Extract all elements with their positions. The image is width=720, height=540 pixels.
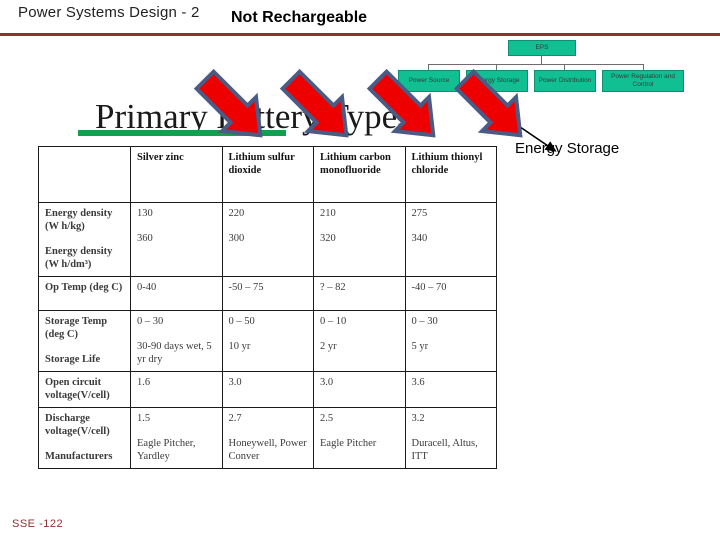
table-cell-line: 220 bbox=[228, 208, 245, 219]
table-cell-line: 3.2 bbox=[411, 413, 425, 424]
table-cell: 130 360 bbox=[130, 202, 223, 277]
table-cell-line: Eagle Pitcher, Yardley bbox=[137, 438, 196, 462]
table-cell-line: Eagle Pitcher bbox=[320, 438, 377, 449]
table-cell-line: 30-90 days wet, 5 yr dry bbox=[137, 341, 212, 365]
table-cell-line: 0 – 10 bbox=[320, 316, 347, 327]
table-cell-line: 275 bbox=[411, 208, 428, 219]
table-row-label-line: Energy density (W h/kg) bbox=[45, 208, 113, 232]
table-row-label-line: Energy density (W h/dm³) bbox=[45, 246, 113, 270]
table-row-label: Discharge voltage(V/cell) Manufacturers bbox=[38, 407, 131, 469]
slide-header-subtitle: Not Rechargeable bbox=[231, 9, 368, 26]
table-cell-line: 130 bbox=[137, 208, 153, 219]
table-header-cell-0 bbox=[38, 146, 131, 203]
table-cell: 1.6 bbox=[130, 371, 223, 408]
eps-connector-stem bbox=[541, 56, 542, 64]
header-divider-rule bbox=[0, 33, 720, 36]
table-cell: -40 – 70 bbox=[404, 276, 497, 311]
table-row: Storage Temp (deg C) Storage Life 0 – 30… bbox=[38, 310, 497, 372]
primary-battery-types-table: Silver zinc Lithium sulfur dioxide Lithi… bbox=[38, 146, 497, 469]
table-cell: 3.6 bbox=[404, 371, 497, 408]
table-cell: ? – 82 bbox=[313, 276, 406, 311]
page-title-underline bbox=[78, 130, 286, 136]
table-header-cell-4: Lithium thionyl chloride bbox=[404, 146, 497, 203]
table-cell: 220 300 bbox=[221, 202, 314, 277]
table-row-label: Op Temp (deg C) bbox=[38, 276, 131, 311]
table-cell-line: 5 yr bbox=[411, 341, 429, 352]
table-row: Energy density (W h/kg) Energy density (… bbox=[38, 202, 497, 277]
table-row-label-line: Discharge voltage(V/cell) bbox=[45, 413, 110, 437]
table-cell-line: 340 bbox=[411, 233, 428, 244]
table-cell: 0 – 10 2 yr bbox=[313, 310, 406, 372]
table-cell-line: Duracell, Altus, ITT bbox=[411, 438, 478, 462]
table-cell-line: 300 bbox=[228, 233, 245, 244]
eps-box-power-source: Power Source bbox=[398, 70, 460, 92]
eps-box-energy-storage: Energy Storage bbox=[466, 70, 528, 92]
table-cell: 275 340 bbox=[404, 202, 497, 277]
table-cell: 0 – 30 5 yr bbox=[404, 310, 497, 372]
table-row: Open circuit voltage(V/cell) 1.6 3.0 3.0… bbox=[38, 371, 497, 408]
table-cell-line: 10 yr bbox=[228, 341, 251, 352]
table-row-label: Open circuit voltage(V/cell) bbox=[38, 371, 131, 408]
eps-box-power-distribution: Power Distribution bbox=[534, 70, 596, 92]
table-header-cell-1: Silver zinc bbox=[130, 146, 223, 203]
table-cell: 0-40 bbox=[130, 276, 223, 311]
table-cell: -50 – 75 bbox=[221, 276, 314, 311]
table-cell-line: 0 – 30 bbox=[411, 316, 438, 327]
table-cell-line: 320 bbox=[320, 233, 336, 244]
table-cell: 2.7 Honeywell, Power Conver bbox=[221, 407, 314, 469]
table-header-row: Silver zinc Lithium sulfur dioxide Lithi… bbox=[38, 146, 497, 203]
table-cell: 3.0 bbox=[221, 371, 314, 408]
table-cell: 0 – 30 30-90 days wet, 5 yr dry bbox=[130, 310, 223, 372]
table-cell-line: 2 yr bbox=[320, 341, 337, 352]
table-row-label: Energy density (W h/kg) Energy density (… bbox=[38, 202, 131, 277]
table-cell-line: 360 bbox=[137, 233, 153, 244]
table-cell-line: 2.7 bbox=[228, 413, 242, 424]
energy-storage-callout-label: Energy Storage bbox=[515, 140, 620, 157]
table-cell: 3.2 Duracell, Altus, ITT bbox=[404, 407, 497, 469]
table-row-label-line: Storage Temp (deg C) bbox=[45, 316, 108, 340]
table-cell-line: 0 – 50 bbox=[228, 316, 255, 327]
eps-box-root: EPS bbox=[508, 40, 576, 56]
table-cell: 3.0 bbox=[313, 371, 406, 408]
slide-header-title: Power Systems Design - 2 bbox=[18, 4, 200, 21]
table-header-cell-3: Lithium carbon monofluoride bbox=[313, 146, 406, 203]
eps-connector-bus bbox=[428, 64, 644, 65]
table-row-label-line: Manufacturers bbox=[45, 451, 113, 462]
table-cell: 1.5 Eagle Pitcher, Yardley bbox=[130, 407, 223, 469]
table-cell-line: 2.5 bbox=[320, 413, 334, 424]
eps-block-diagram: EPS Power Source Energy Storage Power Di… bbox=[398, 38, 688, 98]
table-row: Op Temp (deg C) 0-40 -50 – 75 ? – 82 -40… bbox=[38, 276, 497, 311]
table-cell-line: Honeywell, Power Conver bbox=[228, 438, 307, 462]
table-cell-line: 0 – 30 bbox=[137, 316, 164, 327]
table-row-label-line: Storage Life bbox=[45, 354, 101, 365]
table-cell: 210 320 bbox=[313, 202, 406, 277]
eps-box-power-regulation-and-control: Power Regulation and Control bbox=[602, 70, 684, 92]
table-cell: 2.5 Eagle Pitcher bbox=[313, 407, 406, 469]
table-row: Discharge voltage(V/cell) Manufacturers … bbox=[38, 407, 497, 469]
table-cell: 0 – 50 10 yr bbox=[221, 310, 314, 372]
table-row-label: Storage Temp (deg C) Storage Life bbox=[38, 310, 131, 372]
table-header-cell-2: Lithium sulfur dioxide bbox=[221, 146, 314, 203]
table-cell-line: 210 bbox=[320, 208, 336, 219]
slide-footer-code: SSE -122 bbox=[12, 518, 64, 530]
table-cell-line: 1.5 bbox=[137, 413, 151, 424]
